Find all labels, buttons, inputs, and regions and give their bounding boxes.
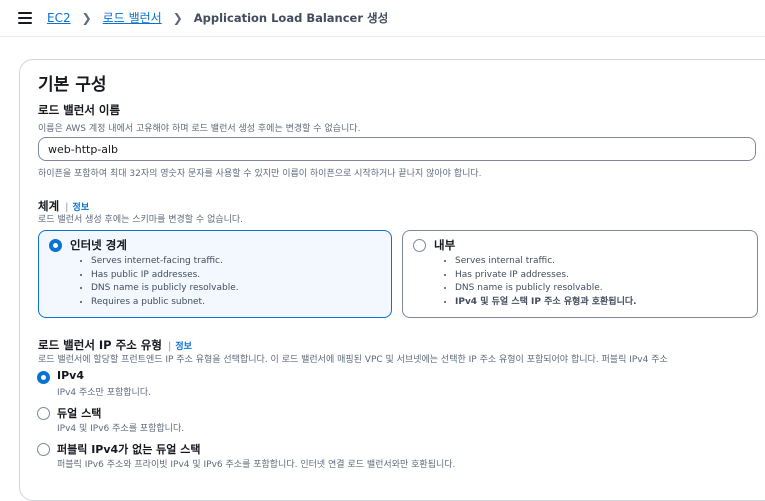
name-description: 이름은 AWS 계정 내에서 고유해야 하며 로드 밸런서 생성 후에는 변경할…	[38, 124, 361, 134]
list-item: Requires a public subnet.	[91, 296, 239, 310]
scheme-option-title: 내부	[434, 238, 456, 252]
breadcrumb-current: Application Load Balancer 생성	[193, 10, 389, 25]
scheme-option-internal[interactable]: 내부 Serves internal traffic. Has private …	[402, 230, 758, 318]
scheme-option-internet-facing[interactable]: 인터넷 경계 Serves internet-facing traffic. H…	[38, 230, 392, 318]
list-item: Serves internal traffic.	[455, 255, 637, 269]
ip-option-dualstack-desc: IPv4 및 IPv6 주소를 포함합니다.	[57, 424, 185, 434]
list-item: IPv4 및 듀얼 스택 IP 주소 유형과 호환됩니다.	[455, 296, 637, 310]
menu-icon[interactable]	[18, 12, 32, 24]
ip-option-ipv4-desc: IPv4 주소만 포함합니다.	[57, 388, 151, 398]
section-title: 기본 구성	[38, 75, 107, 95]
scheme-description: 로드 밸런서 생성 후에는 스키마를 변경할 수 없습니다.	[38, 215, 244, 225]
ip-option-dualstack-no-public-label[interactable]: 퍼블릭 IPv4가 없는 듀얼 스택	[57, 441, 201, 457]
radio-internet-facing[interactable]	[49, 239, 62, 252]
breadcrumb-ec2[interactable]: EC2	[47, 11, 71, 25]
ip-type-header: 로드 밸런서 IP 주소 유형 | 정보	[38, 334, 192, 353]
radio-ipv4[interactable]	[37, 371, 50, 384]
breadcrumb: EC2 ❯ 로드 밸런서 ❯ Application Load Balancer…	[47, 9, 388, 26]
divider: |	[167, 341, 172, 352]
load-balancer-name-input[interactable]: web-http-alb	[38, 137, 756, 161]
list-item: DNS name is publicly resolvable.	[91, 282, 239, 296]
breadcrumb-load-balancers[interactable]: 로드 밸런서	[103, 9, 162, 26]
list-item: Has public IP addresses.	[91, 269, 239, 283]
radio-dualstack[interactable]	[37, 407, 50, 420]
chevron-right-icon: ❯	[172, 10, 183, 25]
ip-type-label: 로드 밸런서 IP 주소 유형	[38, 338, 162, 352]
top-bar: EC2 ❯ 로드 밸런서 ❯ Application Load Balancer…	[0, 0, 765, 37]
scheme-option-title: 인터넷 경계	[70, 238, 127, 252]
chevron-right-icon: ❯	[81, 10, 92, 25]
scheme-option-bullets: Serves internet-facing traffic. Has publ…	[77, 255, 239, 309]
scheme-option-bullets: Serves internal traffic. Has private IP …	[441, 255, 637, 309]
ip-option-dualstack-label[interactable]: 듀얼 스택	[57, 405, 101, 421]
list-item: DNS name is publicly resolvable.	[455, 282, 637, 296]
ip-option-ipv4-label[interactable]: IPv4	[57, 369, 84, 382]
radio-internal[interactable]	[413, 239, 426, 252]
name-input-value: web-http-alb	[48, 142, 119, 156]
ip-type-description: 로드 밸런서에 할당할 프런트엔드 IP 주소 유형을 선택합니다. 이 로드 …	[38, 355, 668, 365]
radio-dualstack-no-public-ipv4[interactable]	[37, 443, 50, 456]
name-constraint: 하이픈을 포함하여 최대 32자의 영숫자 문자를 사용할 수 있지만 이름이 …	[38, 169, 482, 179]
scheme-label: 체계	[38, 199, 60, 213]
ip-type-info-link[interactable]: 정보	[175, 342, 192, 352]
list-item: Has private IP addresses.	[455, 269, 637, 283]
name-label: 로드 밸런서 이름	[38, 103, 121, 117]
list-item: Serves internet-facing traffic.	[91, 255, 239, 269]
ip-option-dualstack-no-public-desc: 퍼블릭 IPv6 주소와 프라이빗 IPv4 및 IPv6 주소를 포함합니다.…	[57, 460, 456, 470]
